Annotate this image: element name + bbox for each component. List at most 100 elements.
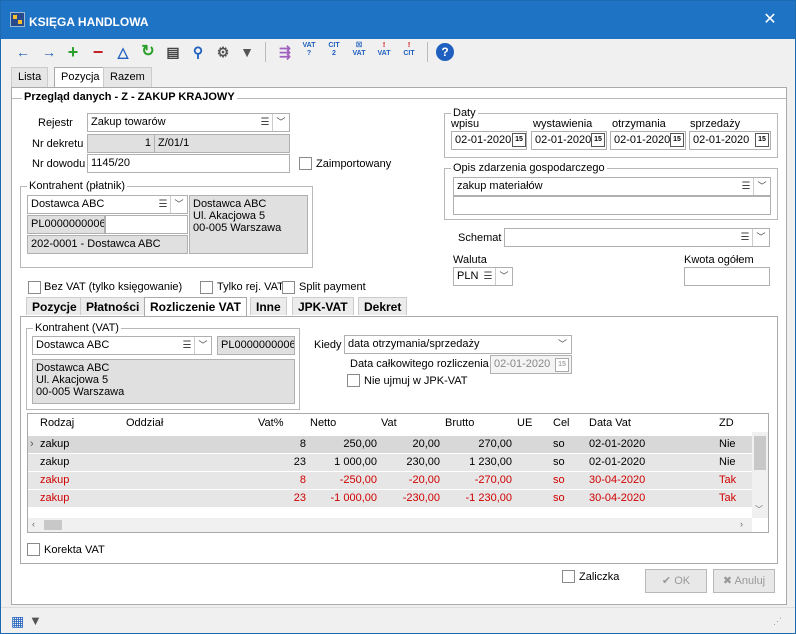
kiedy-select[interactable]: data otrzymania/sprzedaży ﹀ [344, 335, 572, 354]
export-icon[interactable]: ⇶ [275, 42, 295, 62]
scrollbar-thumb[interactable] [754, 436, 766, 470]
search-icon[interactable]: ⚲ [188, 42, 208, 62]
menu-icon: ☰ [740, 232, 750, 243]
cell-data: 02-01-2020 [589, 456, 646, 468]
cell-vatp: 8 [299, 474, 306, 486]
cell-zd: Nie [719, 456, 736, 468]
kontrahent-vat-select[interactable]: Dostawca ABC ☰ ﹀ [32, 336, 212, 355]
scroll-right-icon[interactable]: › [740, 519, 743, 529]
table-row[interactable]: › zakup 8 250,00 20,00 270,00 so 02-01-2020 Nie [28, 436, 752, 454]
tab-razem[interactable]: Razem [103, 67, 152, 87]
col-brutto[interactable]: Brutto [445, 417, 474, 429]
settings-icon[interactable]: ⚙ [213, 42, 233, 62]
col-zd[interactable]: ZD [719, 417, 734, 429]
calendar-icon[interactable]: 15 [755, 133, 769, 147]
bez-vat-checkbox[interactable] [28, 281, 41, 294]
refresh-icon[interactable]: ↻ [138, 42, 158, 62]
opis-extra[interactable] [453, 196, 771, 215]
kwota-input[interactable] [684, 267, 770, 286]
opis-select[interactable]: zakup materiałów ☰ ﹀ [453, 177, 771, 196]
print-icon[interactable]: ▤ [163, 42, 183, 62]
kwota-label: Kwota ogółem [684, 254, 754, 266]
col-vat[interactable]: Vat [381, 417, 397, 429]
add-icon[interactable]: + [63, 42, 83, 62]
status-bar: ▦ ▼ ⋰ [1, 607, 795, 633]
vat-export-icon[interactable]: ☒ VAT [349, 42, 369, 62]
scroll-down-icon[interactable]: ﹀ [755, 504, 763, 515]
calendar-icon[interactable]: 15 [670, 133, 684, 147]
col-ue[interactable]: UE [517, 417, 532, 429]
nr-dowodu-input[interactable]: 1145/20 [87, 154, 290, 173]
remove-icon[interactable]: − [88, 42, 108, 62]
cell-netto: 1 000,00 [334, 456, 377, 468]
tab-jpk-vat[interactable]: JPK-VAT [292, 297, 354, 315]
tab-pozycja[interactable]: Pozycja [54, 67, 107, 88]
cell-netto: 250,00 [343, 438, 377, 450]
nie-ujmuj-label: Nie ujmuj w JPK-VAT [364, 375, 468, 387]
close-icon[interactable]: ✕ [759, 9, 781, 31]
title-bar: KSIĘGA HANDLOWA ✕ [1, 1, 795, 39]
col-cel[interactable]: Cel [553, 417, 570, 429]
tab-platnosci[interactable]: Płatności [80, 297, 146, 315]
scroll-left-icon[interactable]: ‹ [32, 519, 35, 529]
col-oddzial[interactable]: Oddział [126, 417, 163, 429]
cell-vatp: 8 [299, 438, 306, 450]
table-row[interactable]: zakup 23 -1 000,00 -230,00 -1 230,00 so 30-04-… [28, 490, 752, 508]
tab-lista[interactable]: Lista [11, 67, 49, 87]
calendar-icon[interactable]: 15 [591, 133, 605, 147]
table-row[interactable]: zakup 8 -250,00 -20,00 -270,00 so 30-04-2020 Ta… [28, 472, 752, 490]
anuluj-button[interactable]: ✖ Anuluj [713, 569, 775, 593]
cell-cel: so [553, 474, 565, 486]
cit-warning-icon[interactable]: ! CIT [399, 42, 419, 62]
table-icon[interactable]: ▦ [11, 614, 24, 628]
back-arrow-icon[interactable]: ← [13, 42, 33, 62]
tab-rozliczenie-vat[interactable]: Rozliczenie VAT [144, 297, 247, 316]
kontrahent-code: 202-0001 - Dostawca ABC [27, 235, 188, 254]
chevron-down-icon: ﹀ [272, 114, 289, 131]
zaliczka-checkbox[interactable] [562, 570, 575, 583]
ok-button[interactable]: ✔ OK [645, 569, 707, 593]
help-icon[interactable]: ? [436, 43, 454, 61]
col-netto[interactable]: Netto [310, 417, 336, 429]
filter-icon[interactable]: ▼ [237, 42, 257, 62]
scrollbar-thumb[interactable] [44, 520, 62, 530]
schemat-select[interactable]: ☰ ﹀ [504, 228, 770, 247]
resize-grip-icon[interactable]: ⋰ [773, 616, 782, 627]
menu-icon: ☰ [483, 271, 493, 282]
forward-arrow-icon[interactable]: → [39, 42, 59, 62]
toolbar: ← → + − △ ↻ ▤ ⚲ ⚙ ▼ ⇶ VAT? CIT 2 ☒ VAT ! VA… [1, 39, 795, 65]
col-vatp[interactable]: Vat% [258, 417, 283, 429]
vertical-scrollbar[interactable]: ﹀ [752, 432, 768, 518]
delta-icon[interactable]: △ [113, 42, 133, 62]
opis-label: Opis zdarzenia gospodarczego [451, 162, 607, 174]
tab-dekret[interactable]: Dekret [358, 297, 408, 315]
cell-netto: -1 000,00 [330, 492, 377, 504]
tab-pozycje[interactable]: Pozycje [26, 297, 83, 315]
cell-brutto: 270,00 [478, 438, 512, 450]
waluta-select[interactable]: PLN ☰ ﹀ [453, 267, 513, 286]
korekta-vat-checkbox[interactable] [27, 543, 40, 556]
zaimportowany-checkbox[interactable] [299, 157, 312, 170]
tab-inne[interactable]: Inne [250, 297, 287, 315]
zaimportowany-label: Zaimportowany [316, 158, 392, 170]
horizontal-scrollbar[interactable]: ‹ › [28, 518, 752, 532]
table-row[interactable]: zakup 23 1 000,00 230,00 1 230,00 so 02-01-202… [28, 454, 752, 472]
col-rodzaj[interactable]: Rodzaj [40, 417, 74, 429]
kiedy-value: data otrzymania/sprzedaży [348, 338, 480, 350]
split-payment-checkbox[interactable] [282, 281, 295, 294]
kontrahent-vat-label: Kontrahent (VAT) [33, 322, 121, 334]
waluta-value: PLN [457, 270, 479, 282]
anuluj-label: Anuluj [734, 575, 766, 587]
rejestr-select[interactable]: Zakup towarów ☰ ﹀ [87, 113, 290, 132]
kontrahent-select[interactable]: Dostawca ABC ☰ ﹀ [27, 195, 188, 214]
cit2-icon[interactable]: CIT 2 [324, 42, 344, 62]
col-data-vat[interactable]: Data Vat [589, 417, 631, 429]
calendar-icon[interactable]: 15 [512, 133, 526, 147]
cell-cel: so [553, 438, 565, 450]
filter-settings-icon[interactable]: ▼ [29, 613, 42, 628]
kontrahent-platnik-group: Kontrahent (płatnik) Dostawca ABC ☰ ﹀ PL00… [20, 180, 313, 268]
vat-warning-icon[interactable]: ! VAT [374, 42, 394, 62]
nie-ujmuj-checkbox[interactable] [347, 374, 360, 387]
tylko-rej-checkbox[interactable] [200, 281, 213, 294]
vat-check-icon[interactable]: VAT? [299, 42, 319, 62]
